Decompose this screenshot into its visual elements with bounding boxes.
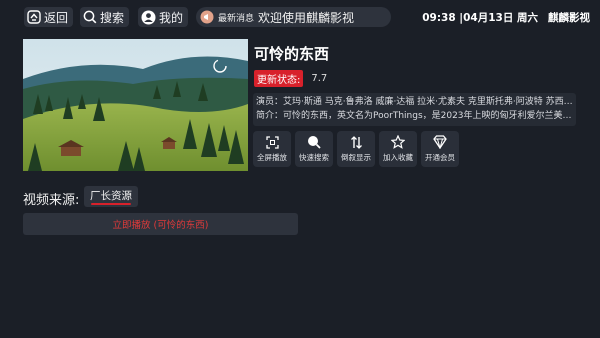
notice-tag: 最新消息 [218,13,255,24]
megaphone-icon [200,10,214,24]
top-bar: 返回 搜索 我的 最新消息 欢迎使用麒麟影视 09:38 |04月13日 周六 … [0,0,600,34]
mine-label: 我的 [159,10,184,25]
search-label: 搜索 [100,10,125,25]
vip-button[interactable]: 开通会员 [421,131,459,167]
datetime: 09:38 |04月13日 周六 [422,12,538,24]
status-label: 更新状态: [254,70,304,87]
sort-icon [350,135,362,149]
reverse-order-button[interactable]: 倒叙显示 [337,131,375,167]
reverse-order-label: 倒叙显示 [341,152,371,162]
movie-poster[interactable] [23,39,248,171]
vip-icon [433,135,447,149]
fullscreen-button[interactable]: 全屏播放 [253,131,291,167]
quick-search-button[interactable]: 快速搜索 [295,131,333,167]
play-now-label: 立即播放 (可怜的东西) [112,220,209,231]
action-bar: 全屏播放 快速搜索 倒叙显示 加入收藏 开通会员 [253,131,459,167]
mine-button[interactable]: 我的 [138,7,189,27]
vip-label: 开通会员 [425,153,455,162]
notice-bar: 最新消息 欢迎使用麒麟影视 [196,7,391,27]
search-icon [308,136,321,149]
status-row: 更新状态: 7.7 [254,70,327,87]
movie-info-box: 演员：艾玛·斯通 马克·鲁弗洛 威廉·达福 拉米·尤素夫 克里斯托弗·阿波特 苏… [253,93,576,126]
back-label: 返回 [44,10,69,25]
movie-title: 可怜的东西 [254,45,330,63]
source-item-selected[interactable]: 厂长资源 [84,186,138,207]
favorite-button[interactable]: 加入收藏 [379,131,417,167]
synopsis-text: 简介：可怜的东西，英文名为PoorThings，是2023年上映的匈牙利爱尔兰美… [256,111,573,121]
favorite-label: 加入收藏 [383,153,413,162]
search-icon [83,10,97,24]
search-button[interactable]: 搜索 [80,7,130,27]
quick-search-label: 快速搜索 [299,153,329,162]
play-now-button[interactable]: 立即播放 (可怜的东西) [23,213,298,235]
source-label: 视频来源: [23,193,80,208]
user-icon [141,10,156,24]
app-name: 麒麟影视 [548,12,590,24]
clock: 09:38 |04月13日 周六 麒麟影视 [422,10,590,25]
fullscreen-label: 全屏播放 [257,152,287,162]
actors-text: 演员：艾玛·斯通 马克·鲁弗洛 威廉·达福 拉米·尤素夫 克里斯托弗·阿波特 苏… [256,97,573,107]
home-icon [27,10,41,24]
source-selected-underline [91,203,131,205]
fullscreen-icon [265,135,279,149]
notice-message: 欢迎使用麒麟影视 [258,10,355,25]
back-button[interactable]: 返回 [24,7,74,27]
source-item-label: 厂长资源 [90,190,132,202]
status-value: 7.7 [311,73,328,84]
star-icon [391,135,405,149]
